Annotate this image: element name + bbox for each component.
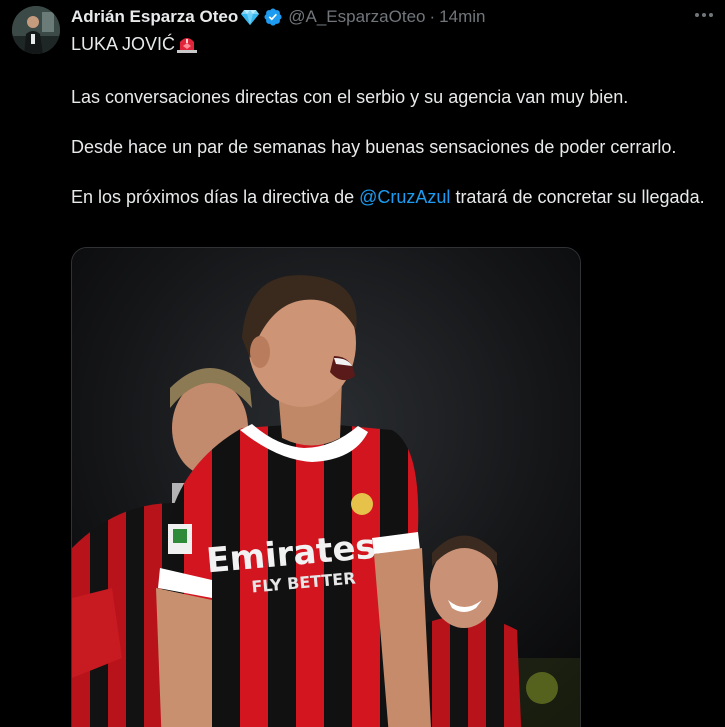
avatar[interactable]: [12, 6, 60, 54]
gem-icon: [240, 8, 260, 26]
tweet-text: LUKA JOVIĆ Las conversaciones directas c…: [71, 32, 711, 210]
author-name[interactable]: Adrián Esparza Oteo: [71, 7, 238, 27]
tweet-line-1: LUKA JOVIĆ: [71, 32, 711, 60]
mention-link[interactable]: @CruzAzul: [359, 187, 450, 207]
avatar-photo: [12, 6, 60, 54]
rotating-light-icon: [176, 33, 198, 60]
tweet-paragraph-3: En los próximos días la directiva de @Cr…: [71, 185, 711, 210]
tweet-media-image[interactable]: Emirates FLY BETTER: [71, 247, 581, 727]
more-options-icon[interactable]: [691, 4, 717, 26]
paragraph-3-text-start: En los próximos días la directiva de: [71, 187, 360, 207]
separator-dot: ·: [429, 7, 436, 26]
verified-badge-icon[interactable]: [263, 7, 283, 27]
tweet-card[interactable]: Adrián Esparza Oteo @A_EsparzaOteo · 14m…: [0, 0, 725, 727]
tweet-header: Adrián Esparza Oteo @A_EsparzaOteo · 14m…: [71, 5, 685, 29]
football-celebration-photo: Emirates FLY BETTER: [72, 248, 580, 727]
tweet-paragraph-1: Las conversaciones directas con el serbi…: [71, 87, 629, 107]
author-handle[interactable]: @A_EsparzaOteo: [288, 7, 425, 27]
post-timestamp[interactable]: 14min: [439, 7, 485, 27]
paragraph-3-text-end: tratará de concretar su llegada.: [450, 187, 705, 207]
tweet-paragraph-2: Desde hace un par de semanas hay buenas …: [71, 137, 677, 157]
tweet-headline: LUKA JOVIĆ: [71, 34, 176, 54]
